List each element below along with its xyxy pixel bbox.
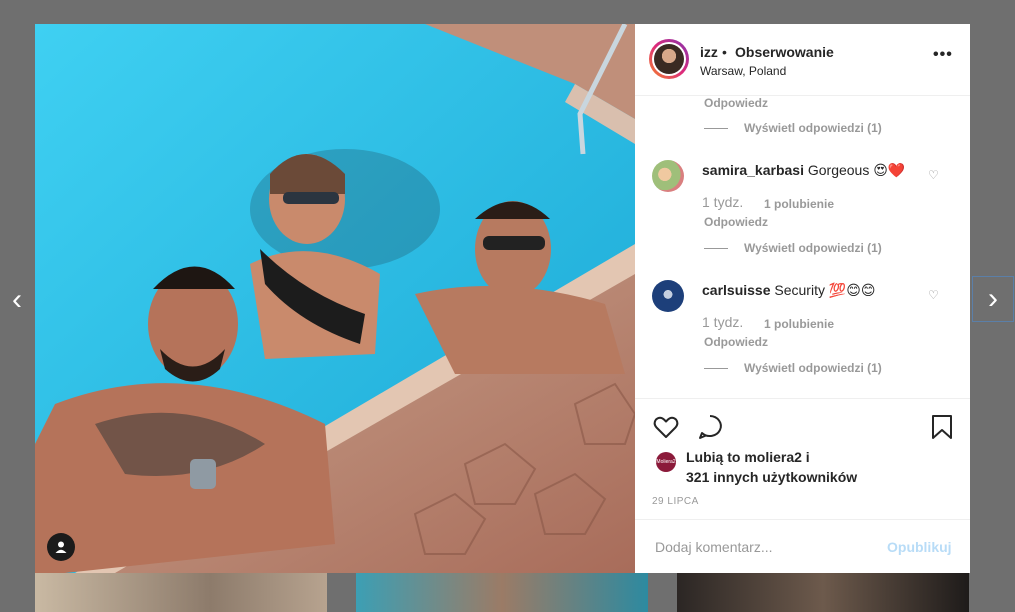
previous-post-arrow-icon[interactable]: ‹ (0, 282, 34, 318)
divider-line (704, 368, 728, 370)
comment-likes-count[interactable]: 1 polubienie (764, 317, 834, 331)
view-replies-link[interactable]: Wyświetl odpowiedzi (1) (704, 361, 882, 375)
reply-link[interactable]: Odpowiedz (704, 96, 768, 110)
grid-thumbnail[interactable] (35, 572, 327, 612)
comment-age[interactable]: 1 tydz. (702, 194, 743, 210)
liker-avatar[interactable]: Moliera2 (656, 452, 676, 472)
comment-input[interactable] (653, 538, 877, 556)
commenter-avatar[interactable] (652, 160, 684, 192)
comment-text: samira_karbasi Gorgeous 😍❤️ (702, 162, 906, 178)
author-avatar[interactable] (649, 39, 689, 79)
comment-like-heart-icon[interactable]: ♡ (928, 168, 939, 182)
comment-likes-count[interactable]: 1 polubienie (764, 197, 834, 211)
view-replies-link[interactable]: Wyświetl odpowiedzi (1) (704, 121, 882, 135)
divider-line (704, 128, 728, 130)
post-location[interactable]: Warsaw, Poland (700, 64, 786, 78)
reply-link[interactable]: Odpowiedz (704, 335, 768, 349)
post-date[interactable]: 29 LIPCA (652, 496, 699, 507)
likes-summary-line1[interactable]: Lubią to moliera2 i (686, 449, 810, 465)
comment-text: carlsuisse Security 💯😊😊 (702, 282, 876, 298)
tagged-users-icon[interactable] (47, 533, 75, 561)
comment-like-heart-icon[interactable]: ♡ (928, 288, 939, 302)
following-button[interactable]: Obserwowanie (735, 44, 834, 60)
post-actions: Moliera2 Lubią to moliera2 i 321 innych … (635, 398, 970, 574)
reply-link[interactable]: Odpowiedz (704, 215, 768, 229)
grid-thumbnail[interactable] (677, 572, 969, 612)
comment-bubble-icon[interactable] (696, 413, 724, 441)
author-username[interactable]: izz (700, 44, 718, 60)
divider-line (704, 248, 728, 250)
post-side-panel: izz • Obserwowanie Warsaw, Poland ••• Od… (635, 24, 970, 573)
commenter-avatar[interactable] (652, 280, 684, 312)
separator-dot: • (722, 44, 727, 60)
comment-age[interactable]: 1 tydz. (702, 314, 743, 330)
grid-thumbnail[interactable] (356, 572, 648, 612)
commenter-username[interactable]: carlsuisse (702, 282, 771, 298)
next-post-arrow-icon[interactable]: › (972, 276, 1014, 322)
bookmark-icon[interactable] (928, 413, 956, 441)
post-photo[interactable] (35, 24, 635, 573)
post-header: izz • Obserwowanie Warsaw, Poland ••• (635, 24, 970, 96)
commenter-username[interactable]: samira_karbasi (702, 162, 804, 178)
comments-list[interactable]: Odpowiedz Wyświetl odpowiedzi (1) samira… (635, 96, 970, 398)
more-options-icon[interactable]: ••• (933, 46, 953, 64)
like-heart-icon[interactable] (652, 413, 680, 441)
likes-summary-line2[interactable]: 321 innych użytkowników (686, 469, 857, 485)
view-replies-link[interactable]: Wyświetl odpowiedzi (1) (704, 241, 882, 255)
publish-button[interactable]: Opublikuj (887, 539, 952, 555)
add-comment-bar: Opublikuj (635, 519, 970, 575)
